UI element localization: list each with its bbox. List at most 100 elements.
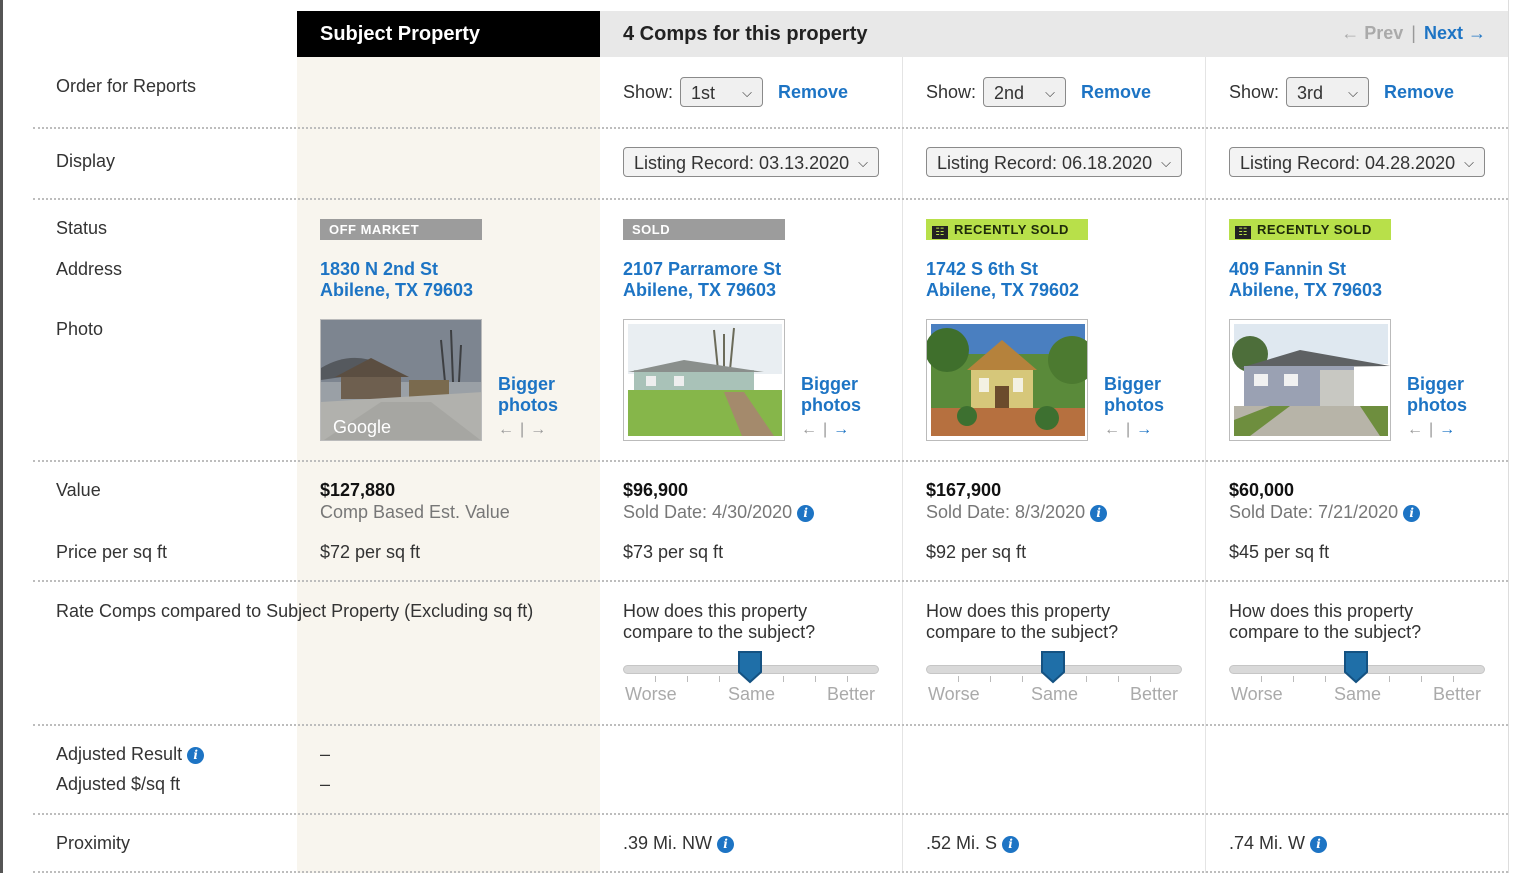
display-select-value: Listing Record: 06.18.2020	[937, 153, 1153, 173]
remove-button[interactable]: Remove	[1384, 82, 1454, 103]
photo-nav: ← | →	[1104, 421, 1152, 439]
slider-tick	[847, 676, 848, 682]
arrow-right-icon[interactable]: →	[833, 421, 849, 438]
table-right-border	[1508, 0, 1509, 873]
info-icon[interactable]: i	[1403, 505, 1421, 522]
order-select-value: 2nd	[994, 83, 1025, 103]
comp-photo[interactable]	[623, 319, 785, 441]
subject-photo[interactable]: Google	[320, 319, 482, 441]
remove-button[interactable]: Remove	[778, 82, 848, 103]
next-button[interactable]: Next →	[1424, 23, 1486, 43]
info-icon[interactable]: i	[1310, 836, 1328, 853]
arrow-left-icon[interactable]: ←	[801, 421, 817, 438]
row-divider	[33, 580, 1508, 582]
info-icon[interactable]: i	[717, 836, 735, 853]
proximity-text: .39 Mi. NW	[623, 833, 713, 853]
bigger-photos-link[interactable]: Bigger photos	[1407, 374, 1467, 416]
compare-question: How does this property compare to the su…	[1229, 601, 1421, 643]
info-icon[interactable]: i	[1090, 505, 1108, 522]
subject-value-note: Comp Based Est. Value	[320, 502, 510, 522]
comp-address[interactable]: 1742 S 6th St Abilene, TX 79602	[926, 259, 1079, 301]
order-select[interactable]: 3rd ⌵	[1286, 77, 1369, 107]
subject-property-header: Subject Property	[297, 11, 600, 57]
pager-separator: |	[1411, 23, 1416, 43]
slider-tick	[1150, 676, 1151, 682]
subject-value: $127,880	[320, 480, 396, 500]
chevron-down-icon: ⌵	[1348, 85, 1358, 100]
prev-button[interactable]: ← Prev	[1341, 23, 1403, 43]
display-select[interactable]: Listing Record: 04.28.2020 ⌵	[1229, 147, 1485, 177]
address-label: Address	[56, 259, 123, 279]
proximity-text: .52 Mi. S	[926, 833, 998, 853]
comparison-slider[interactable]: Worse Same Better	[926, 651, 1182, 710]
bigger-photos-link[interactable]: Bigger photos	[498, 374, 558, 416]
slider-tick	[1293, 676, 1294, 682]
comp-value: $60,000	[1229, 480, 1295, 500]
slider-tick	[1086, 676, 1087, 682]
info-icon[interactable]: i	[187, 747, 205, 764]
rate-comps-label: Rate Comps compared to Subject Property …	[56, 601, 534, 621]
compare-question-line2: compare to the subject?	[1229, 622, 1422, 642]
show-label: Show:	[926, 82, 977, 102]
show-label: Show:	[1229, 82, 1280, 102]
comp-ppsf: $73 per sq ft	[623, 542, 724, 562]
subject-column-background	[297, 57, 600, 873]
photo-nav-separator: |	[1126, 421, 1131, 438]
slider-tick	[1421, 676, 1422, 682]
display-select[interactable]: Listing Record: 03.13.2020 ⌵	[623, 147, 879, 177]
info-icon[interactable]: i	[1002, 836, 1020, 853]
for-sale-sign-icon: ☷	[932, 226, 948, 239]
comp-proximity: .39 Mi. NW i	[623, 833, 735, 854]
slider-tick	[719, 676, 720, 682]
for-sale-sign-icon: ☷	[1235, 226, 1251, 239]
arrow-right-icon[interactable]: →	[530, 421, 546, 438]
comps-count-title: 4 Comps for this property	[623, 23, 868, 45]
comp-address[interactable]: 2107 Parramore St Abilene, TX 79603	[623, 259, 781, 301]
slider-thumb-icon[interactable]	[737, 650, 763, 684]
house-photo-image	[624, 320, 784, 440]
bigger-photos-link[interactable]: Bigger photos	[1104, 374, 1164, 416]
comparison-slider[interactable]: Worse Same Better	[1229, 651, 1485, 710]
slider-tick	[783, 676, 784, 682]
bigger-photos-link[interactable]: Bigger photos	[801, 374, 861, 416]
arrow-left-icon[interactable]: ←	[498, 421, 514, 438]
slider-label-worse: Worse	[1231, 684, 1283, 704]
comp-photo[interactable]	[926, 319, 1088, 441]
order-select-value: 3rd	[1297, 83, 1324, 103]
compare-question-line1: How does this property	[623, 601, 808, 621]
arrow-right-icon[interactable]: →	[1439, 421, 1455, 438]
photo-nav-separator: |	[823, 421, 828, 438]
row-divider	[33, 127, 1508, 129]
comparison-slider[interactable]: Worse Same Better	[623, 651, 879, 710]
info-icon[interactable]: i	[797, 505, 815, 522]
display-select[interactable]: Listing Record: 06.18.2020 ⌵	[926, 147, 1182, 177]
slider-thumb-icon[interactable]	[1343, 650, 1369, 684]
slider-thumb-icon[interactable]	[1040, 650, 1066, 684]
subject-address[interactable]: 1830 N 2nd St Abilene, TX 79603	[320, 259, 473, 301]
slider-tick	[1022, 676, 1023, 682]
comp-value: $96,900	[623, 480, 689, 500]
arrow-left-icon[interactable]: ←	[1104, 421, 1120, 438]
arrow-left-icon[interactable]: ←	[1407, 421, 1423, 438]
remove-button[interactable]: Remove	[1081, 82, 1151, 103]
chevron-down-icon: ⌵	[1464, 155, 1474, 170]
order-select[interactable]: 1st ⌵	[680, 77, 763, 107]
comp-address[interactable]: 409 Fannin St Abilene, TX 79603	[1229, 259, 1382, 301]
photo-nav: ← | →	[498, 421, 546, 439]
compare-question-line2: compare to the subject?	[623, 622, 816, 642]
arrow-right-icon[interactable]: →	[1136, 421, 1152, 438]
adjusted-result-label: Adjusted Result i	[56, 744, 205, 765]
column-divider	[1205, 57, 1206, 873]
comp-photo[interactable]	[1229, 319, 1391, 441]
comp-sold-date: Sold Date: 8/3/2020 i	[926, 502, 1108, 523]
status-badge: SOLD	[623, 219, 785, 240]
status-badge: OFF MARKET	[320, 219, 482, 240]
row-divider	[33, 198, 1508, 200]
bigger-photos-line1: Bigger	[1407, 374, 1465, 394]
chevron-down-icon: ⌵	[1161, 155, 1171, 170]
slider-tick	[1118, 676, 1119, 682]
status-badge: ☷ RECENTLY SOLD	[926, 219, 1088, 240]
street-view-image: Google	[321, 320, 481, 440]
address-street: 2107 Parramore St	[623, 259, 782, 279]
order-select[interactable]: 2nd ⌵	[983, 77, 1066, 107]
